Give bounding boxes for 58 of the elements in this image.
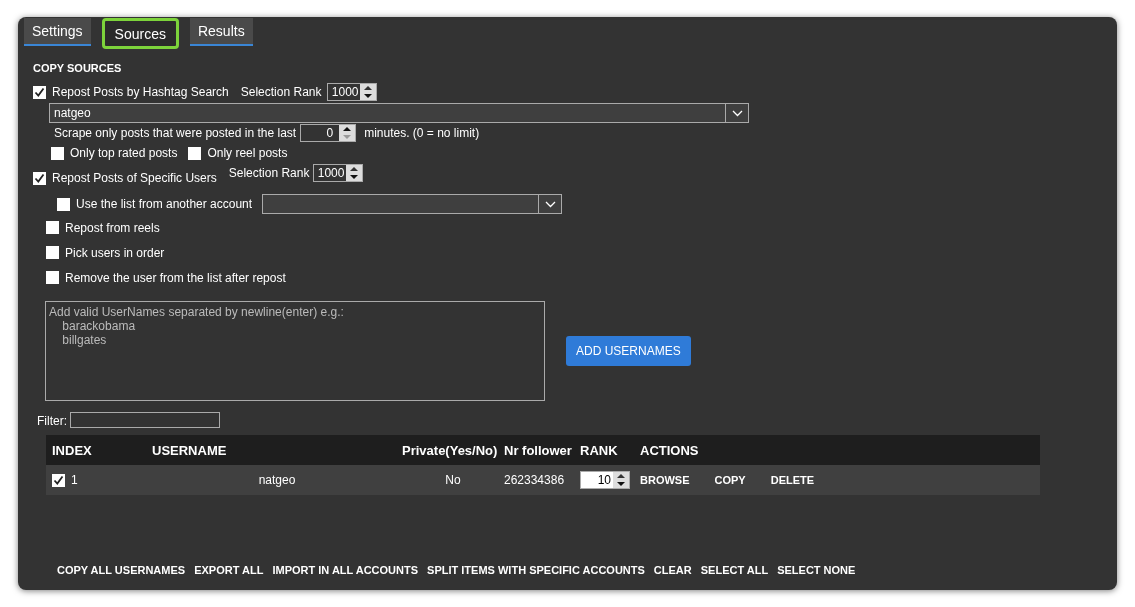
checkbox[interactable]: [188, 146, 202, 160]
footer-button[interactable]: SELECT NONE: [777, 564, 856, 576]
footer-button[interactable]: EXPORT ALL: [194, 564, 264, 576]
hashtag-dropdown[interactable]: natgeo: [49, 103, 749, 123]
footer-button[interactable]: COPY ALL USERNAMES: [57, 564, 186, 576]
scrape-label: Scrape only posts that were posted in the last: [54, 126, 297, 140]
action-link[interactable]: COPY: [714, 474, 746, 486]
column-header: RANK: [580, 442, 619, 458]
chevron-down-icon: [731, 109, 743, 117]
checkbox-label: Only top rated posts: [70, 146, 178, 160]
checkbox[interactable]: [52, 473, 65, 487]
action-link[interactable]: DELETE: [770, 474, 815, 486]
checkbox-label: Repost Posts by Hashtag Search: [52, 85, 229, 99]
checkbox[interactable]: [46, 221, 59, 234]
column-header: Private(Yes/No): [402, 442, 499, 458]
table-cell: No: [445, 473, 461, 487]
footer-button[interactable]: IMPORT IN ALL ACCOUNTS: [272, 564, 419, 576]
checkbox[interactable]: [33, 85, 46, 99]
checkbox-label: Pick users in order: [65, 245, 165, 260]
checkbox[interactable]: [46, 271, 59, 284]
usernames-field[interactable]: Add valid UserNames separated by newline(enter) e.g.: barackobama billgates: [45, 301, 545, 401]
table-cell: 1: [71, 473, 78, 487]
checkbox[interactable]: [33, 171, 46, 185]
number-spinner[interactable]: 1000: [313, 164, 364, 182]
action-link[interactable]: BROWSE: [640, 474, 690, 486]
column-header: Nr follower: [504, 442, 573, 458]
rank-label: Selection Rank: [240, 85, 322, 99]
checkbox-label: Remove the user from the list after repost: [65, 270, 286, 285]
checkbox[interactable]: [46, 246, 59, 259]
column-header: INDEX: [52, 442, 93, 458]
footer-button[interactable]: SPLIT ITEMS WITH SPECIFIC ACCOUNTS: [427, 564, 645, 576]
chevron-down-icon: [544, 200, 556, 208]
checkbox-label: Only reel posts: [207, 146, 288, 160]
rank-label: Selection Rank: [228, 166, 310, 180]
footer-button[interactable]: CLEAR: [653, 564, 692, 576]
filter-field[interactable]: [70, 412, 220, 428]
add-usernames-button[interactable]: ADD USERNAMES: [566, 336, 691, 366]
checkbox-label: Use the list from another account: [76, 197, 253, 211]
footer-button[interactable]: SELECT ALL: [700, 564, 769, 576]
minutes-label: minutes. (0 = no limit): [364, 126, 480, 140]
number-spinner[interactable]: 0: [300, 124, 357, 142]
tab[interactable]: Settings: [24, 18, 91, 46]
account-dropdown[interactable]: [262, 194, 563, 214]
tab[interactable]: Results: [189, 18, 253, 46]
column-header: USERNAME: [152, 442, 228, 458]
checkbox-label: Repost Posts of Specific Users: [52, 171, 217, 185]
table-cell: natgeo: [258, 473, 296, 487]
checkbox[interactable]: [57, 197, 70, 211]
table-cell-text: 262334386: [504, 473, 566, 487]
number-spinner[interactable]: 1000: [327, 83, 378, 101]
checkbox[interactable]: [51, 146, 64, 160]
section-title: COPY SOURCES: [33, 62, 122, 74]
column-header: ACTIONS: [640, 442, 700, 458]
checkbox-label: Repost from reels: [65, 220, 160, 235]
table-row[interactable]: 1 natgeo No 262334386 10 BROWSE COPY DELETE: [46, 465, 1040, 495]
tab[interactable]: Sources: [101, 18, 179, 49]
filter-label: Filter:: [37, 414, 67, 428]
number-spinner[interactable]: 10: [580, 471, 630, 489]
